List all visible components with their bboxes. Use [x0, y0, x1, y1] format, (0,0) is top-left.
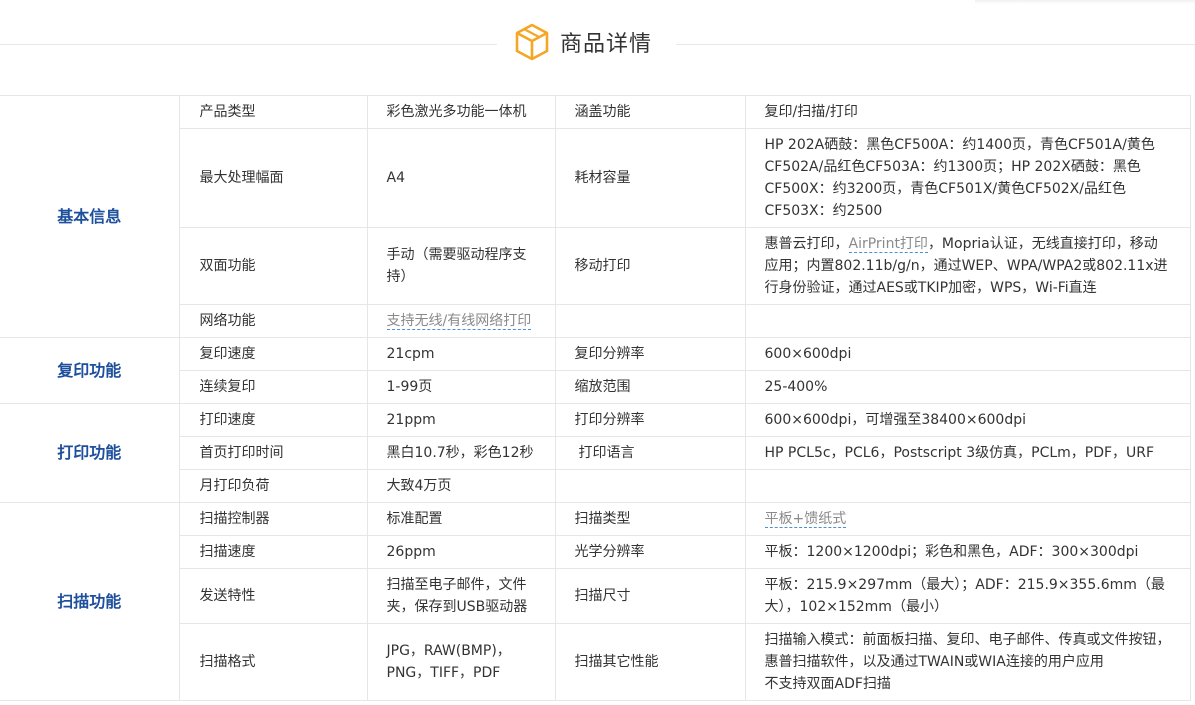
spec-label: 打印速度	[178, 403, 368, 437]
spec-table: 基本信息 产品类型 彩色激光多功能一体机 涵盖功能 复印/扫描/打印 最大处理幅…	[0, 95, 1191, 701]
table-row: 基本信息 产品类型 彩色激光多功能一体机 涵盖功能 复印/扫描/打印	[0, 95, 1191, 338]
spec-label: 产品类型	[178, 95, 368, 129]
spec-value: 彩色激光多功能一体机	[366, 95, 556, 129]
spec-value: 扫描输入模式：前面板扫描、复印、电子邮件、传真或文件按钮，惠普扫描软件，以及通过…	[744, 623, 1191, 701]
spec-value-line: 扫描输入模式：前面板扫描、复印、电子邮件、传真或文件按钮，惠普扫描软件，以及通过…	[764, 632, 1171, 670]
table-row: 扫描格式 JPG，RAW(BMP)，PNG，TIFF，PDF 扫描其它性能 扫描…	[0, 623, 1191, 701]
spec-value: HP 202A硒鼓：黑色CF500A：约1400页，青色CF501A/黄色CF5…	[744, 128, 1191, 228]
spec-value: 1-99页	[366, 370, 556, 404]
spec-label: 网络功能	[178, 304, 368, 338]
spec-value-line: 不支持双面ADF扫描	[764, 676, 891, 692]
spec-value: 600×600dpi，可增强至38400×600dpi	[744, 403, 1191, 437]
table-row: 打印功能 打印速度 21ppm 打印分辨率 600×600dpi，可增强至384…	[0, 403, 1191, 503]
spec-label: 连续复印	[178, 370, 368, 404]
table-row: 最大处理幅面 A4 耗材容量 HP 202A硒鼓：黑色CF500A：约1400页…	[0, 128, 1191, 228]
spec-value: 手动（需要驱动程序支持）	[366, 227, 556, 305]
spec-value: 支持无线/有线网络打印	[366, 304, 556, 338]
spec-label: 扫描尺寸	[554, 568, 746, 624]
spec-label: 耗材容量	[554, 128, 746, 228]
spec-label: 缩放范围	[554, 370, 746, 404]
divider-left	[0, 44, 497, 45]
spec-value	[744, 469, 1191, 503]
spec-value: 21ppm	[366, 403, 556, 437]
spec-value: JPG，RAW(BMP)，PNG，TIFF，PDF	[366, 623, 556, 701]
table-row: 首页打印时间 黑白10.7秒，彩色12秒 打印语言 HP PCL5c，PCL6，…	[0, 436, 1191, 470]
spec-label: 扫描其它性能	[554, 623, 746, 701]
spec-label: 月打印负荷	[178, 469, 368, 503]
page-title: 商品详情	[560, 32, 653, 57]
table-row: 连续复印 1-99页 缩放范围 25-400%	[0, 370, 1191, 404]
spec-value: 26ppm	[366, 535, 556, 569]
spec-value: 惠普云打印，AirPrint打印，Mopria认证，无线直接打印，移动应用；内置…	[744, 227, 1191, 305]
scan-type-link[interactable]: 平板+馈纸式	[764, 511, 847, 528]
spec-label: 扫描类型	[554, 502, 746, 536]
spec-label: 涵盖功能	[554, 95, 746, 129]
spec-value: 标准配置	[366, 502, 556, 536]
table-row: 双面功能 手动（需要驱动程序支持） 移动打印 惠普云打印，AirPrint打印，…	[0, 227, 1191, 305]
spec-label: 光学分辨率	[554, 535, 746, 569]
table-row: 发送特性 扫描至电子邮件，文件夹，保存到USB驱动器 扫描尺寸 平板：215.9…	[0, 568, 1191, 624]
table-row: 复印功能 复印速度 21cpm 复印分辨率 600×600dpi	[0, 337, 1191, 404]
table-row: 月打印负荷 大致4万页	[0, 469, 1191, 503]
spec-label: 扫描控制器	[178, 502, 368, 536]
spec-value: 扫描至电子邮件，文件夹，保存到USB驱动器	[366, 568, 556, 624]
spec-value-part: 惠普云打印，	[764, 236, 849, 252]
spec-label: 打印分辨率	[554, 403, 746, 437]
spec-label	[554, 469, 746, 503]
spec-value: 平板：215.9×297mm（最大）；ADF：215.9×355.6mm（最大）…	[744, 568, 1191, 624]
spec-label: 复印分辨率	[554, 337, 746, 371]
group-label-basic: 基本信息	[0, 95, 180, 338]
spec-label: 扫描格式	[178, 623, 368, 701]
spec-label: 复印速度	[178, 337, 368, 371]
spec-label: 最大处理幅面	[178, 128, 368, 228]
section-header: 商品详情	[0, 16, 1195, 66]
spec-value: 平板+馈纸式	[744, 502, 1191, 536]
spec-value: 大致4万页	[366, 469, 556, 503]
spec-value: 平板：1200×1200dpi；彩色和黑色，ADF：300×300dpi	[744, 535, 1191, 569]
spec-value: HP PCL5c，PCL6，Postscript 3级仿真，PCLm，PDF，U…	[744, 436, 1191, 470]
top-bar-shadow	[975, 0, 1195, 4]
spec-value: 600×600dpi	[744, 337, 1191, 371]
spec-label: 双面功能	[178, 227, 368, 305]
spec-value: 25-400%	[744, 370, 1191, 404]
section-title: 商品详情	[514, 20, 652, 64]
spec-label	[554, 304, 746, 338]
group-label-scan: 扫描功能	[0, 502, 180, 701]
spec-label: 扫描速度	[178, 535, 368, 569]
airprint-link[interactable]: AirPrint打印	[848, 236, 928, 253]
table-row: 扫描功能 扫描控制器 标准配置 扫描类型 平板+馈纸式	[0, 502, 1191, 701]
table-row: 网络功能 支持无线/有线网络打印	[0, 304, 1191, 338]
group-label-print: 打印功能	[0, 403, 180, 503]
spec-value: 21cpm	[366, 337, 556, 371]
spec-value: A4	[366, 128, 556, 228]
package-box-icon	[514, 23, 550, 61]
spec-value: 复印/扫描/打印	[744, 95, 1191, 129]
spec-label: 首页打印时间	[178, 436, 368, 470]
divider-right	[676, 44, 1195, 45]
spec-value: 黑白10.7秒，彩色12秒	[366, 436, 556, 470]
network-print-link[interactable]: 支持无线/有线网络打印	[386, 313, 532, 330]
table-row: 扫描速度 26ppm 光学分辨率 平板：1200×1200dpi；彩色和黑色，A…	[0, 535, 1191, 569]
spec-label: 发送特性	[178, 568, 368, 624]
spec-label: 打印语言	[554, 436, 746, 470]
group-label-copy: 复印功能	[0, 337, 180, 404]
spec-value	[744, 304, 1191, 338]
spec-label: 移动打印	[554, 227, 746, 305]
